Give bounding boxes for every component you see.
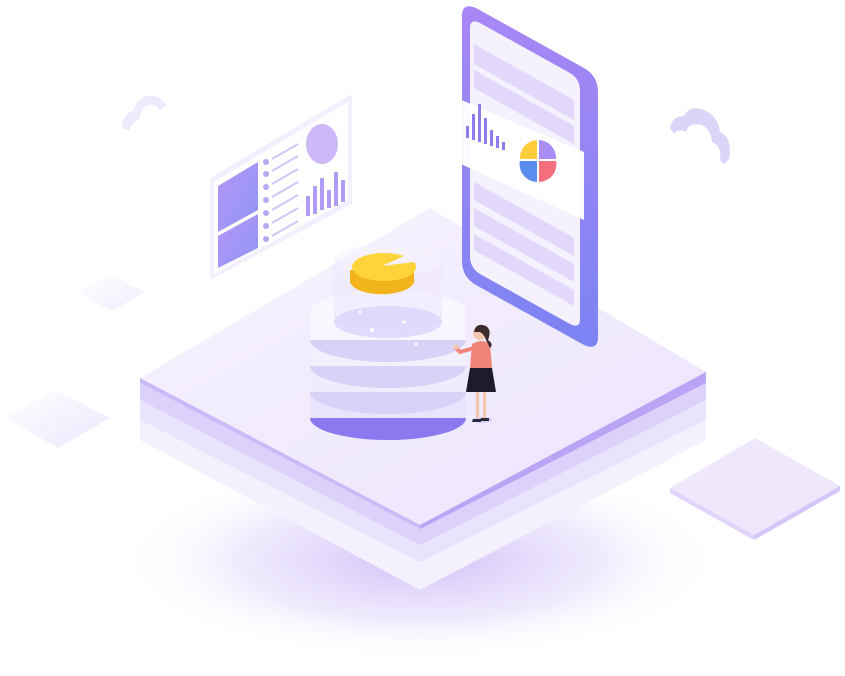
cloud-icon	[122, 95, 166, 131]
floating-tile-left	[5, 390, 110, 448]
pie-chart-icon	[519, 139, 557, 183]
floating-tile-small	[78, 274, 145, 311]
dashboard-panel-icon	[210, 94, 352, 280]
cloud-icon	[670, 108, 730, 164]
isometric-analytics-illustration	[5, 6, 840, 660]
